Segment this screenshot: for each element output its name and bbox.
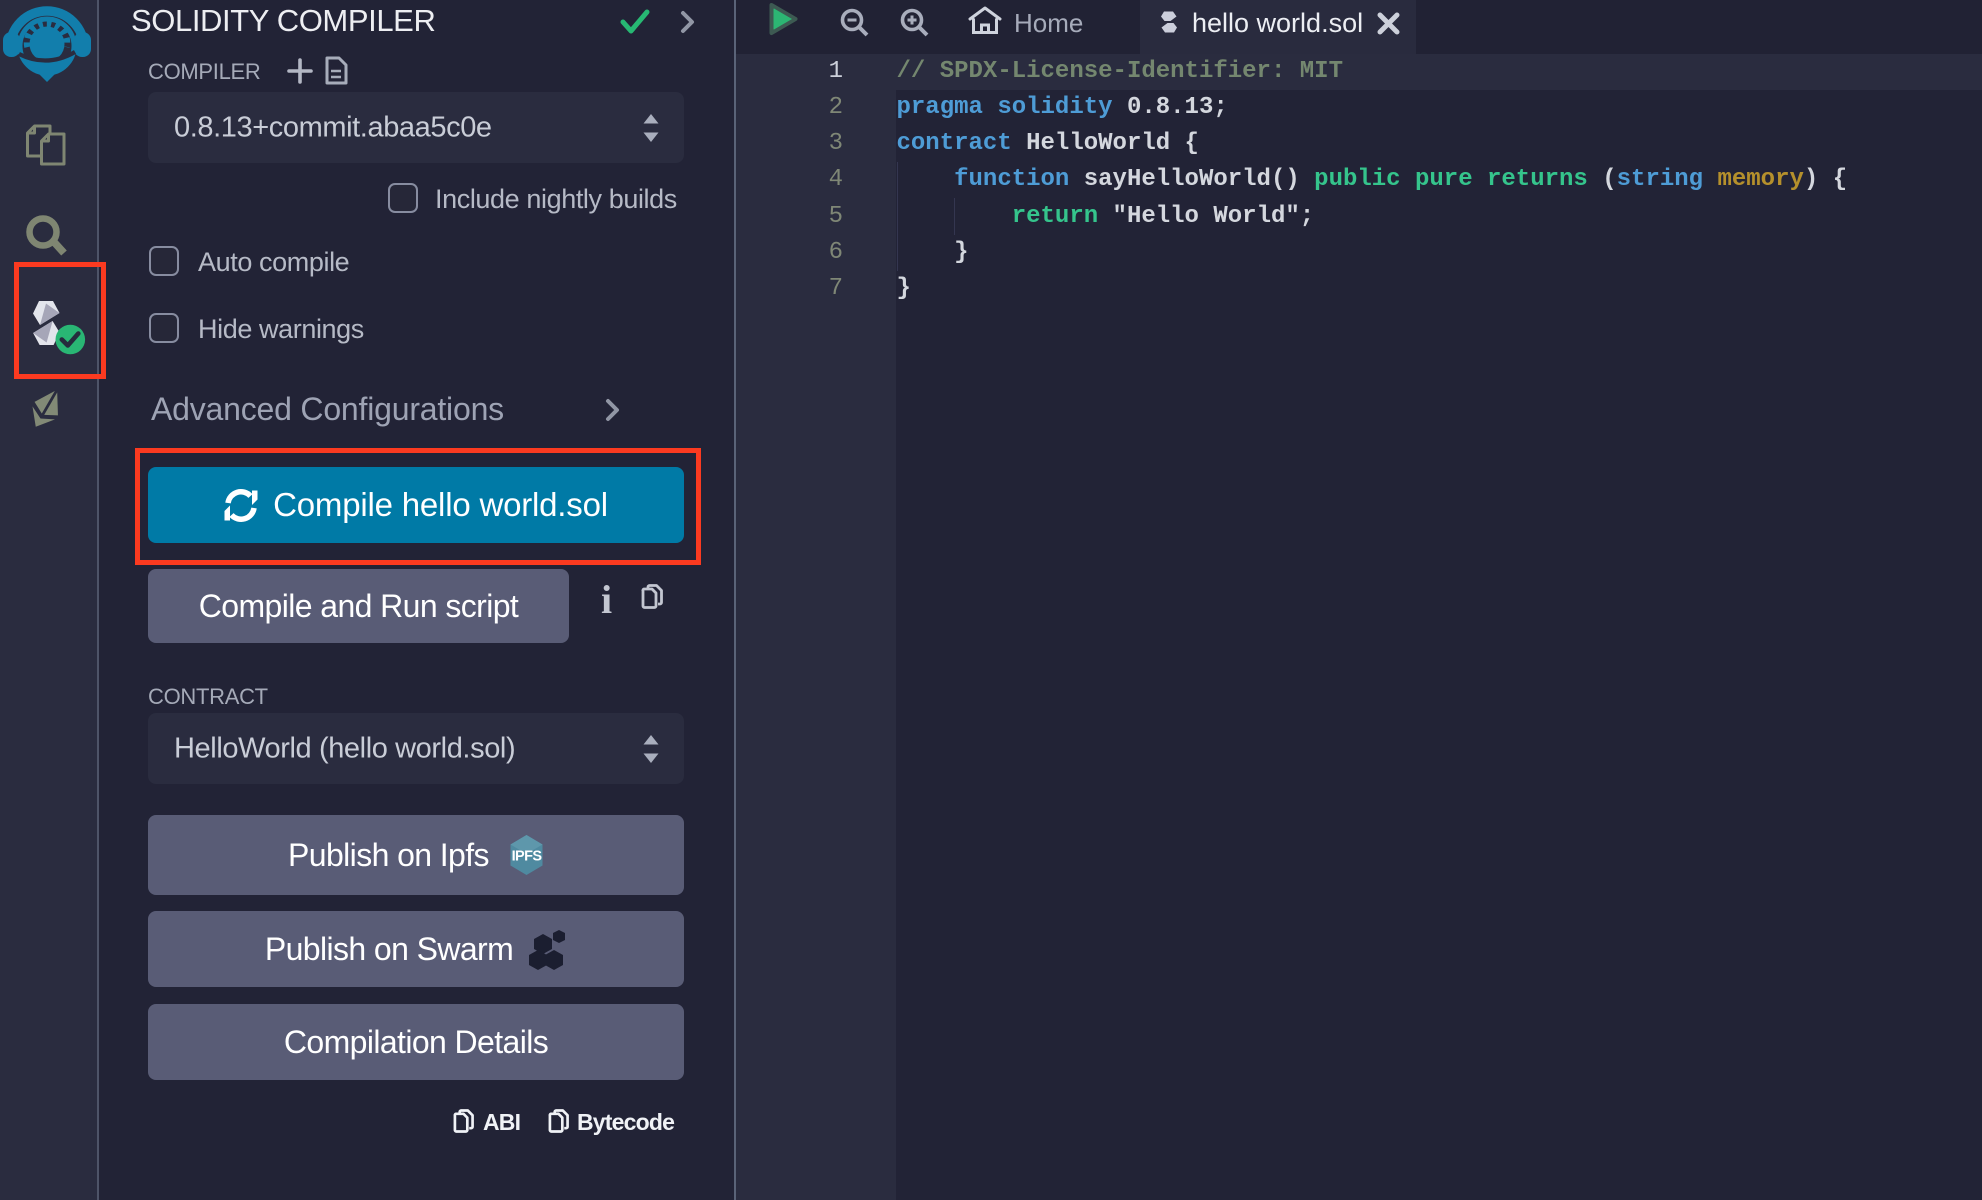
svg-text:IPFS: IPFS [512, 849, 543, 865]
